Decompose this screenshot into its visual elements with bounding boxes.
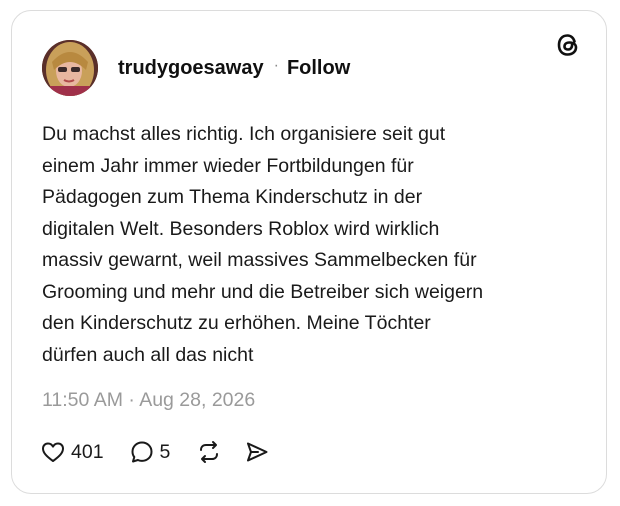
separator-dot: · [273, 57, 279, 74]
post-header: trudygoesaway · Follow [42, 38, 350, 98]
comment-bubble-icon [131, 441, 153, 463]
follow-button[interactable]: Follow [287, 57, 350, 80]
heart-icon [42, 442, 64, 462]
avatar-photo-icon [42, 40, 98, 96]
threads-logo-icon[interactable] [554, 31, 582, 59]
post-body-text: Du machst alles richtig. Ich organisiere… [42, 123, 484, 366]
repost-button[interactable] [196, 439, 222, 465]
like-button[interactable]: 401 [40, 439, 104, 465]
like-count: 401 [71, 440, 104, 463]
share-button[interactable] [244, 439, 270, 465]
reply-count: 5 [159, 440, 171, 463]
post-actions: 401 5 [40, 437, 270, 467]
send-icon [247, 442, 268, 462]
author-username[interactable]: trudygoesaway [118, 57, 264, 80]
post-timestamp[interactable]: 11:50 AM · Aug 28, 2026 [42, 389, 255, 412]
reply-button[interactable]: 5 [129, 439, 171, 465]
repost-icon [200, 441, 219, 463]
avatar[interactable] [42, 40, 98, 96]
post-card: trudygoesaway · Follow Du machst alles r… [11, 10, 607, 494]
